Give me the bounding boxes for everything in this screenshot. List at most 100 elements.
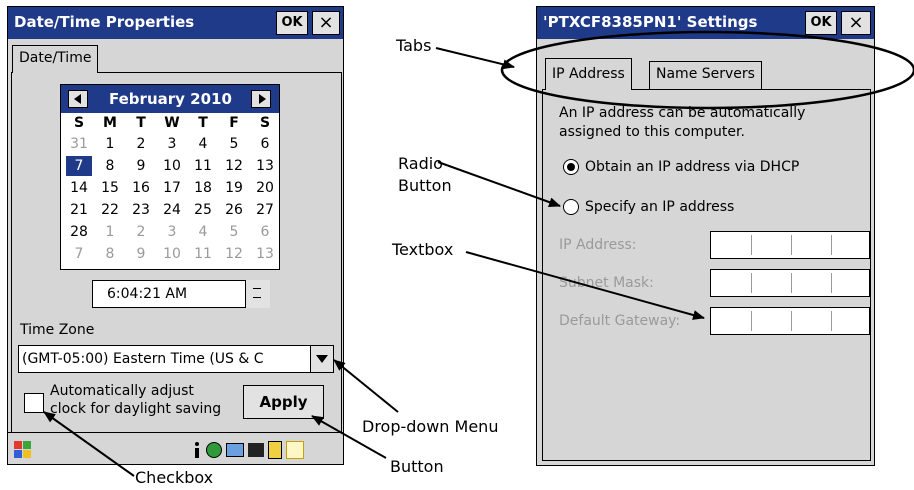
- calendar-day[interactable]: 16: [128, 178, 154, 198]
- radio-dhcp-label[interactable]: Obtain an IP address via DHCP: [585, 159, 799, 175]
- radio-specify-label[interactable]: Specify an IP address: [585, 199, 734, 215]
- keyboard-icon[interactable]: [248, 443, 264, 457]
- weekday-header: M: [103, 115, 117, 131]
- time-value: 6:04:21 AM: [107, 286, 188, 302]
- calendar-day[interactable]: 18: [190, 178, 216, 198]
- calendar-day[interactable]: 2: [128, 222, 154, 242]
- subnet-mask-label: Subnet Mask:: [559, 275, 654, 291]
- calendar-day[interactable]: 10: [159, 244, 185, 264]
- close-button[interactable]: ×: [841, 11, 871, 35]
- calendar-day[interactable]: 13: [252, 156, 278, 176]
- description-line1: An IP address can be automatically: [559, 105, 806, 121]
- spin-up-icon[interactable]: [253, 288, 261, 289]
- calendar-day[interactable]: 15: [97, 178, 123, 198]
- calendar-day[interactable]: 17: [159, 178, 185, 198]
- calendar-day[interactable]: 8: [97, 244, 123, 264]
- calendar-day[interactable]: 24: [159, 200, 185, 220]
- callout-dropdown: Drop-down Menu: [362, 417, 499, 436]
- time-zone-dropdown[interactable]: (GMT-05:00) Eastern Time (US & C: [18, 345, 334, 373]
- ok-button[interactable]: OK: [805, 11, 837, 35]
- calendar-day[interactable]: 14: [66, 178, 92, 198]
- spin-down-icon[interactable]: [253, 297, 261, 298]
- callout-checkbox: Checkbox: [135, 468, 214, 487]
- calendar-day[interactable]: 5: [221, 134, 247, 154]
- calendar-day[interactable]: 6: [252, 222, 278, 242]
- ok-button[interactable]: OK: [276, 11, 308, 35]
- tab-date-time[interactable]: Date/Time: [12, 45, 99, 73]
- weekday-header: W: [164, 115, 180, 131]
- close-button[interactable]: ×: [312, 11, 340, 35]
- calendar-day[interactable]: 8: [97, 156, 123, 176]
- calendar-day[interactable]: 13: [252, 244, 278, 264]
- description-line2: assigned to this computer.: [559, 124, 745, 140]
- calendar-day[interactable]: 4: [190, 222, 216, 242]
- weekday-header: T: [198, 115, 208, 131]
- calendar-day[interactable]: 5: [221, 222, 247, 242]
- calendar: February 2010 S M T W T F S 31 1 2 3 4 5 6 7 8 9 10 11 12 13…: [60, 84, 280, 270]
- calendar-day[interactable]: 23: [128, 200, 154, 220]
- time-zone-value: (GMT-05:00) Eastern Time (US & C: [22, 351, 264, 367]
- calendar-day[interactable]: 2: [128, 134, 154, 154]
- window-title: 'PTXCF8385PN1' Settings: [543, 13, 758, 31]
- weekday-header: S: [259, 115, 271, 131]
- calendar-day[interactable]: 21: [66, 200, 92, 220]
- arrow-tabs: [435, 47, 515, 70]
- arrow-left-icon: [74, 94, 81, 104]
- tab-ip-address[interactable]: IP Address: [545, 58, 632, 90]
- default-gateway-label: Default Gateway:: [559, 313, 681, 329]
- apply-label: Apply: [259, 393, 308, 411]
- calendar-day[interactable]: 11: [190, 156, 216, 176]
- start-windows-icon[interactable]: [14, 441, 32, 459]
- dropdown-button[interactable]: [310, 345, 334, 373]
- calendar-day[interactable]: 26: [221, 200, 247, 220]
- calendar-header: February 2010: [61, 85, 279, 113]
- time-field[interactable]: 6:04:21 AM: [92, 280, 270, 308]
- tab-name-servers[interactable]: Name Servers: [649, 61, 762, 89]
- calendar-day[interactable]: 11: [190, 244, 216, 264]
- calendar-day[interactable]: 28: [66, 222, 92, 242]
- callout-button: Button: [390, 457, 444, 476]
- apply-button[interactable]: Apply: [243, 385, 324, 419]
- calendar-day[interactable]: 7: [66, 244, 92, 264]
- weekday-header: S: [73, 115, 85, 131]
- calendar-day[interactable]: 10: [159, 156, 185, 176]
- radio-dhcp[interactable]: [563, 159, 579, 175]
- calendar-day[interactable]: 1: [97, 134, 123, 154]
- calendar-day[interactable]: 12: [221, 244, 247, 264]
- ip-address-label: IP Address:: [559, 237, 637, 253]
- month-label: February 2010: [109, 90, 232, 108]
- dst-checkbox[interactable]: [24, 393, 44, 413]
- desktop-icon[interactable]: [286, 441, 304, 459]
- time-spinner[interactable]: [245, 280, 270, 308]
- battery-icon[interactable]: [268, 441, 282, 459]
- ip-address-field[interactable]: [710, 231, 870, 259]
- calendar-day[interactable]: 12: [221, 156, 247, 176]
- info-icon[interactable]: [194, 442, 200, 458]
- calendar-day[interactable]: 3: [159, 134, 185, 154]
- calendar-day[interactable]: 31: [66, 134, 92, 154]
- connection-icon[interactable]: [226, 443, 244, 457]
- radio-specify[interactable]: [563, 199, 579, 215]
- calendar-day[interactable]: 1: [97, 222, 123, 242]
- calendar-day[interactable]: 9: [128, 244, 154, 264]
- calendar-day[interactable]: 20: [252, 178, 278, 198]
- subnet-mask-field[interactable]: [710, 269, 870, 297]
- calendar-day-selected[interactable]: 7: [66, 156, 92, 176]
- network-globe-icon[interactable]: [206, 442, 222, 458]
- calendar-day[interactable]: 19: [221, 178, 247, 198]
- calendar-day[interactable]: 4: [190, 134, 216, 154]
- calendar-day[interactable]: 9: [128, 156, 154, 176]
- calendar-day[interactable]: 6: [252, 134, 278, 154]
- calendar-day[interactable]: 3: [159, 222, 185, 242]
- prev-month-button[interactable]: [68, 90, 88, 108]
- next-month-button[interactable]: [251, 90, 271, 108]
- chevron-down-icon: [316, 355, 328, 363]
- default-gateway-field[interactable]: [710, 307, 870, 335]
- callout-textbox: Textbox: [392, 240, 454, 259]
- network-settings-window: 'PTXCF8385PN1' Settings OK × IP Address …: [536, 6, 875, 466]
- calendar-day[interactable]: 25: [190, 200, 216, 220]
- radio-selected-dot: [567, 163, 575, 171]
- callout-radio-line2: Button: [398, 176, 452, 195]
- calendar-day[interactable]: 22: [97, 200, 123, 220]
- calendar-day[interactable]: 27: [252, 200, 278, 220]
